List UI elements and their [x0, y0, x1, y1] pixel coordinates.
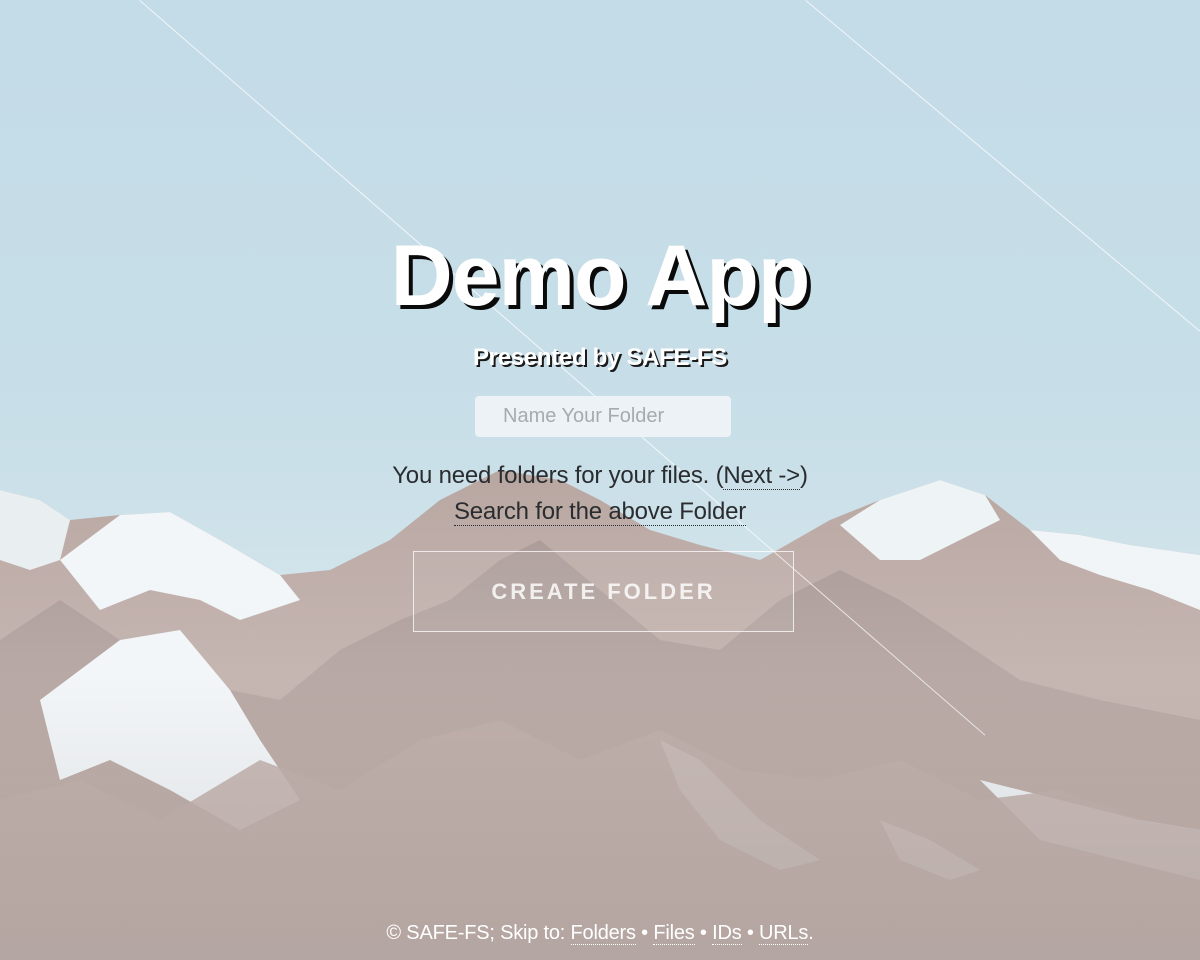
- footer-separator: •: [635, 922, 654, 944]
- footer: © SAFE-FS; Skip to: Folders • Files • ID…: [0, 918, 1200, 948]
- footer-separator: •: [694, 922, 713, 944]
- footer-copyright: © SAFE-FS; Skip to:: [386, 922, 571, 944]
- search-folder-link[interactable]: Search for the above Folder: [453, 498, 746, 526]
- footer-link-ids[interactable]: IDs: [712, 922, 742, 945]
- footer-separator: •: [741, 922, 760, 944]
- footer-end: .: [808, 922, 814, 944]
- search-row: Search for the above Folder: [0, 496, 1200, 528]
- footer-link-files[interactable]: Files: [653, 922, 695, 945]
- create-folder-button[interactable]: CREATE FOLDER: [413, 551, 794, 632]
- footer-link-urls[interactable]: URLs: [759, 922, 808, 945]
- folder-hint-text: You need folders for your files. (: [392, 462, 724, 489]
- folder-hint: You need folders for your files. (Next -…: [0, 460, 1200, 492]
- folder-name-input[interactable]: [475, 396, 731, 437]
- next-link[interactable]: Next ->: [723, 462, 800, 490]
- hero-content: Demo App Presented by SAFE-FS You need f…: [0, 0, 1200, 960]
- app-title: Demo App: [390, 228, 811, 324]
- page: Demo App Presented by SAFE-FS You need f…: [0, 0, 1200, 960]
- folder-hint-close: ): [800, 462, 808, 489]
- app-subtitle: Presented by SAFE-FS: [472, 344, 728, 371]
- footer-link-folders[interactable]: Folders: [570, 922, 636, 945]
